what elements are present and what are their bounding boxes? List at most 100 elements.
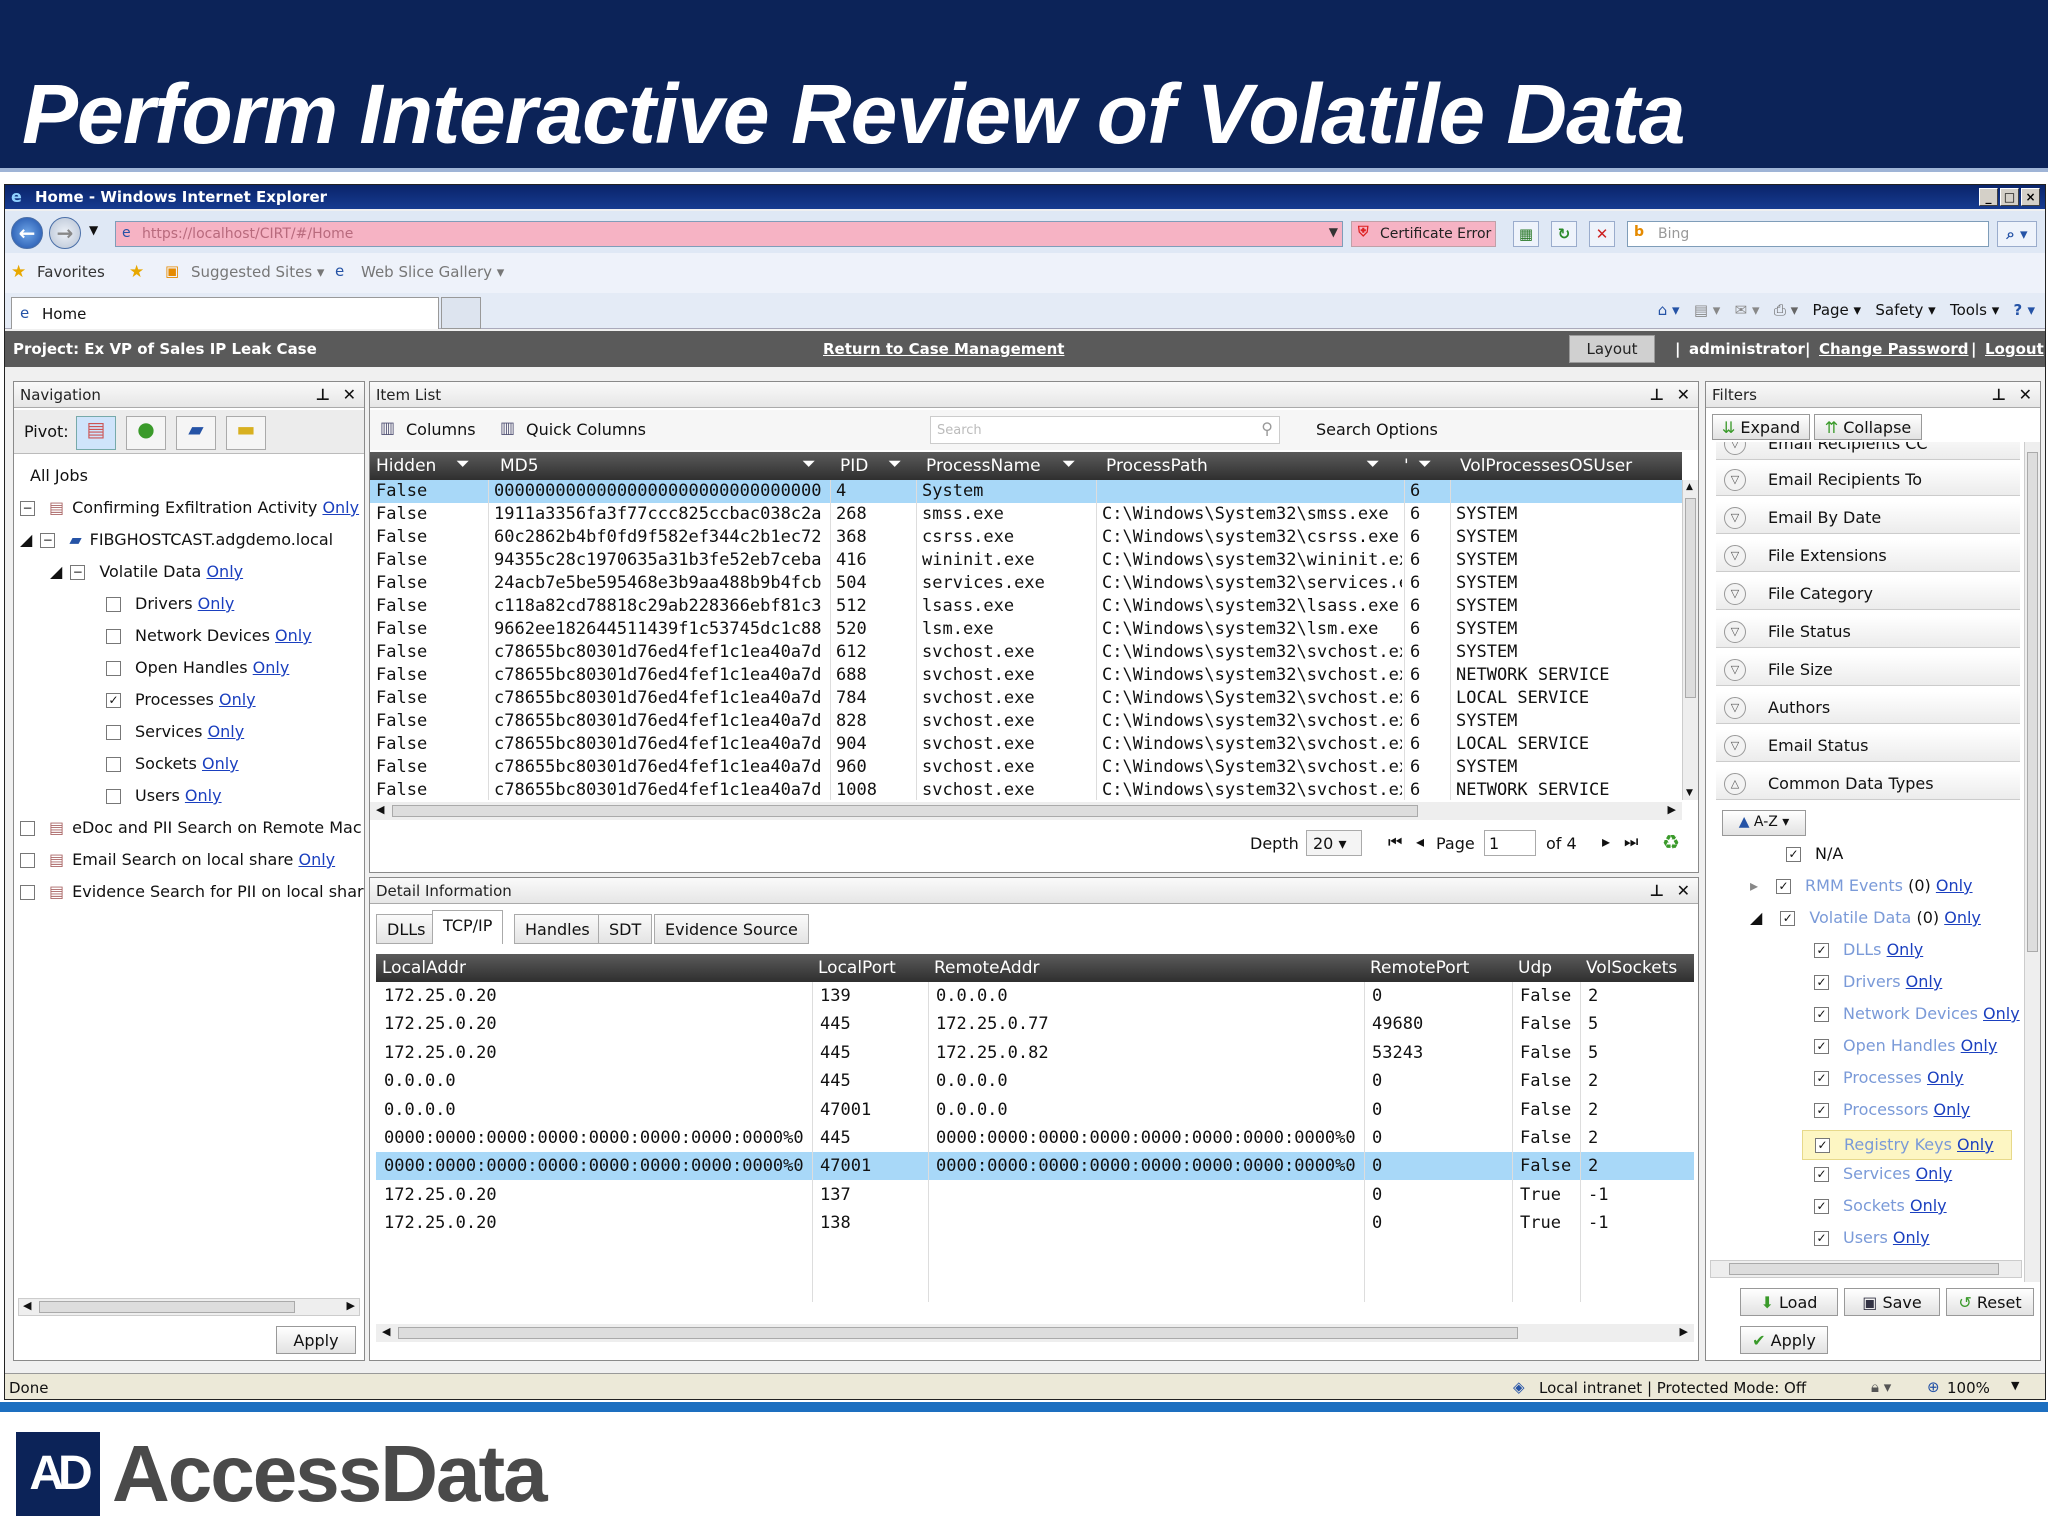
nav-host-fibghostcast[interactable]: ◢ − ▰ FIBGHOSTCAST.adgdemo.local (20, 530, 333, 549)
checkbox[interactable] (20, 821, 35, 836)
expand-filter-icon[interactable]: ▽ (1724, 442, 1746, 455)
item-row[interactable]: False 60c2862b4bf0fd9f582ef344c2b1ec72 368… (370, 526, 1682, 549)
expand-filter-icon[interactable]: ▽ (1724, 659, 1746, 681)
mail-icon[interactable]: ✉ ▾ (1735, 301, 1760, 319)
filter-file-category[interactable]: ▽ File Category (1716, 578, 2020, 610)
filter-tree-services[interactable]: ✓ Services Only (1814, 1164, 1952, 1183)
col-md5[interactable]: MD5 (500, 456, 539, 476)
only-link[interactable]: Only (1957, 1135, 1994, 1154)
only-link[interactable]: Only (322, 498, 359, 517)
only-link[interactable]: Only (202, 754, 239, 773)
sort-az-button[interactable]: ▲ A-Z ▾ (1722, 810, 1806, 836)
certificate-error-button[interactable]: ⛨ Certificate Error (1351, 221, 1496, 247)
checkbox[interactable] (106, 757, 121, 772)
pin-icon[interactable]: ⊥ (1649, 881, 1664, 900)
expand-toggle-icon[interactable]: − (20, 501, 35, 516)
nav-sockets[interactable]: Sockets Only (106, 754, 239, 773)
pivot-computers-icon[interactable]: ▰ (176, 416, 216, 450)
item-row[interactable]: False 9662ee182644511439f1c53745dc1c88 520… (370, 618, 1682, 641)
tree-collapse-icon[interactable]: ◢ (1750, 908, 1762, 927)
expand-toggle-icon[interactable]: − (40, 533, 56, 548)
only-link[interactable]: Only (198, 594, 235, 613)
return-to-case-management-link[interactable]: Return to Case Management (823, 340, 1064, 358)
detail-grid-hscrollbar[interactable]: ◀ ▶ (376, 1324, 1694, 1342)
expand-toggle-icon[interactable]: − (70, 565, 86, 580)
item-row[interactable]: False c78655bc80301d76ed4fef1c1ea40a7d 100… (370, 779, 1682, 800)
filter-email-recipients-to[interactable]: ▽ Email Recipients To (1716, 464, 2020, 496)
pivot-jobs-icon[interactable]: ▤ (76, 416, 116, 450)
checkbox-checked[interactable]: ✓ (1814, 1039, 1829, 1054)
item-row[interactable]: False 24acb7e5be595468e3b9aa488b9b4fcb 504… (370, 572, 1682, 595)
col-localport[interactable]: LocalPort (818, 958, 896, 978)
expand-filter-icon[interactable]: ▽ (1724, 545, 1746, 567)
filter-tree-na[interactable]: ✓ N/A (1786, 844, 1843, 863)
col-localaddr[interactable]: LocalAddr (382, 958, 466, 978)
filter-icon[interactable]: ⏷ (1062, 454, 1076, 474)
tree-arrow-icon[interactable]: ◢ (20, 530, 32, 549)
expand-button[interactable]: ⇊ Expand (1712, 414, 1810, 440)
close-panel-icon[interactable]: ✕ (1677, 385, 1690, 404)
checkbox-checked[interactable]: ✓ (1814, 1007, 1829, 1022)
tree-expand-icon[interactable]: ▸ (1750, 876, 1758, 895)
filter-file-extensions[interactable]: ▽ File Extensions (1716, 540, 2020, 572)
item-row[interactable]: False c78655bc80301d76ed4fef1c1ea40a7d 612… (370, 641, 1682, 664)
browser-tab-home[interactable]: e Home (11, 297, 439, 329)
nav-drivers[interactable]: Drivers Only (106, 594, 234, 613)
filter-common-data-types[interactable]: △ Common Data Types (1716, 768, 2020, 800)
checkbox-checked[interactable]: ✓ (1780, 911, 1796, 926)
nav-processes[interactable]: ✓ Processes Only (106, 690, 256, 709)
feeds-icon[interactable]: ▤ ▾ (1694, 301, 1720, 319)
last-page-icon[interactable]: ⏭ (1624, 832, 1638, 852)
checkbox[interactable] (20, 853, 35, 868)
refresh-grid-icon[interactable]: ♻ (1662, 830, 1680, 854)
filter-tree-drivers[interactable]: ✓ Drivers Only (1814, 972, 1942, 991)
layout-button[interactable]: Layout (1569, 335, 1655, 363)
scroll-thumb[interactable] (1729, 1263, 1999, 1275)
only-link[interactable]: Only (1906, 972, 1943, 991)
checkbox[interactable] (106, 789, 121, 804)
compatibility-view-icon[interactable]: ▦ (1513, 221, 1539, 247)
filters-apply-button[interactable]: ✔ Apply (1740, 1326, 1828, 1354)
socket-row[interactable]: 172.25.0.20 139 0.0.0.0 0 False 2 (376, 982, 1694, 1010)
scroll-left-icon[interactable]: ◀ (382, 1325, 390, 1338)
only-link[interactable]: Only (219, 690, 256, 709)
only-link[interactable]: Only (1944, 908, 1981, 927)
forward-button[interactable]: → (49, 217, 81, 249)
search-icon[interactable]: ⚲ (1261, 419, 1273, 438)
filter-tree-registry-keys[interactable]: ✓ Registry Keys Only (1802, 1130, 2012, 1160)
expand-filter-icon[interactable]: ▽ (1724, 507, 1746, 529)
checkbox[interactable] (20, 885, 35, 900)
pin-icon[interactable]: ⊥ (1649, 385, 1664, 404)
scroll-thumb[interactable] (392, 805, 1418, 817)
new-tab-button[interactable] (441, 297, 481, 329)
checkbox-checked[interactable]: ✓ (1815, 1138, 1830, 1153)
filter-tree-dlls[interactable]: ✓ DLLs Only (1814, 940, 1923, 959)
first-page-icon[interactable]: ⏮ (1388, 832, 1402, 852)
filters-vscrollbar[interactable] (2024, 442, 2040, 1282)
scroll-thumb[interactable] (39, 1301, 295, 1313)
address-bar[interactable]: e https://localhost/CIRT/#/Home ▼ (115, 221, 1343, 247)
filter-file-size[interactable]: ▽ File Size (1716, 654, 2020, 686)
only-link[interactable]: Only (1934, 1100, 1971, 1119)
checkbox-checked[interactable]: ✓ (1814, 975, 1829, 990)
tab-tcpip[interactable]: TCP/IP (432, 910, 504, 944)
item-row[interactable]: False c78655bc80301d76ed4fef1c1ea40a7d 960… (370, 756, 1682, 779)
item-grid-vscrollbar[interactable]: ▲ ▼ (1682, 480, 1698, 800)
nav-users[interactable]: Users Only (106, 786, 222, 805)
only-link[interactable]: Only (185, 786, 222, 805)
zoom-level[interactable]: 100% (1947, 1379, 1990, 1397)
filter-tree-sockets[interactable]: ✓ Sockets Only (1814, 1196, 1947, 1215)
scroll-thumb[interactable] (398, 1327, 1518, 1339)
help-icon[interactable]: ? ▾ (2014, 301, 2035, 319)
maximize-button[interactable]: □ (2000, 188, 2019, 206)
expand-filter-icon[interactable]: ▽ (1724, 697, 1746, 719)
socket-row[interactable]: 0.0.0.0 445 0.0.0.0 0 False 2 (376, 1067, 1694, 1095)
tools-menu[interactable]: Tools ▾ (1950, 301, 1999, 319)
save-button[interactable]: ▣ Save (1844, 1288, 1940, 1316)
col-volsockets[interactable]: VolSockets (1586, 958, 1677, 978)
col-pid[interactable]: PID (840, 456, 868, 476)
filter-tree-processors[interactable]: ✓ Processors Only (1814, 1100, 1970, 1119)
checkbox[interactable] (106, 661, 121, 676)
only-link[interactable]: Only (206, 562, 243, 581)
socket-row[interactable]: 172.25.0.20 445 172.25.0.77 49680 False 5 (376, 1010, 1694, 1038)
